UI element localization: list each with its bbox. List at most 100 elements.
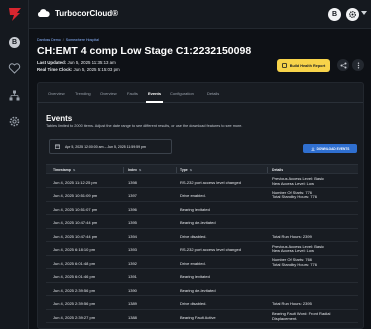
- cell-index: 1398: [128, 179, 137, 185]
- gear-icon: [349, 11, 356, 18]
- table-row[interactable]: Jun 4, 2025 10:47:44 pm 1394 Drive disable…: [46, 229, 358, 242]
- last-updated-label: Last Updated:: [37, 60, 67, 65]
- cell-timestamp: Jun 4, 2025 10:47:44 pm: [53, 233, 98, 239]
- cell-type: RS-232 port access level changed: [180, 179, 241, 185]
- more-options-button[interactable]: [352, 59, 364, 71]
- cell-details: Total Run Hours: 2395: [272, 301, 312, 306]
- table-row[interactable]: Jun 4, 2025 11:12:25 pm 1398 RS-232 port a…: [46, 175, 358, 188]
- table-row[interactable]: Jun 4, 2025 2:39:27 pm 1388 Bearing Fault …: [46, 310, 358, 323]
- tab-overview[interactable]: Overview: [48, 91, 65, 96]
- download-events-button[interactable]: DOWNLOAD EVENTS: [303, 144, 357, 153]
- cell-type: Bearing de-levitated: [180, 287, 216, 293]
- cell-timestamp: Jun 4, 2025 10:47:44 pm: [53, 220, 98, 225]
- table-row[interactable]: Jun 4, 2025 6:01:46 pm 1391 Bearing levita…: [46, 270, 358, 283]
- rtc-value: Jun 5, 2025 5:15:03 pm: [73, 67, 120, 72]
- events-panel: Overview Trending Overview Faults Events…: [37, 82, 364, 329]
- cell-type: Drive enabled.: [180, 260, 206, 266]
- date-range-value: Apr 5, 2025 12:00:00 am – Jun 5, 2025 11…: [65, 144, 146, 149]
- column-divider: [176, 167, 177, 173]
- account-button[interactable]: B: [328, 8, 341, 21]
- last-updated: Last Updated: Jun 5, 2025 11:35:13 am: [37, 60, 116, 65]
- real-time-clock: Real Time Clock: Jun 5, 2025 5:15:03 pm: [37, 67, 120, 72]
- download-icon: [311, 146, 315, 151]
- table-row[interactable]: Jun 4, 2025 6:18:10 pm 1393 RS-232 port ac…: [46, 243, 358, 256]
- details-line: New Access Level: Low: [272, 180, 315, 186]
- build-health-report-button[interactable]: Build Health Report: [277, 59, 330, 72]
- cell-index: 1396: [128, 206, 137, 212]
- cell-timestamp: Jun 4, 2025 2:39:56 pm: [53, 287, 96, 293]
- sort-icon: ⇅: [138, 168, 142, 172]
- chevron-down-icon[interactable]: [361, 11, 367, 15]
- app-name: TurbocorCloud®: [55, 8, 119, 18]
- cell-index: 1394: [128, 233, 137, 239]
- details-line: Total Standby Hours: 776: [272, 261, 317, 267]
- table-row[interactable]: Jun 4, 2025 10:47:44 pm 1395 Bearing de-le…: [46, 216, 358, 229]
- heart-icon[interactable]: [8, 62, 21, 75]
- page-title: CH:EMT 4 comp Low Stage C1:2232150098: [37, 45, 252, 57]
- cloud-icon: [37, 9, 50, 17]
- cell-details: Total Run Hours: 2399: [272, 234, 312, 239]
- details-line: Total Standby Hours: 776: [272, 194, 317, 200]
- tab-trending[interactable]: Trending: [75, 91, 91, 96]
- date-range-picker[interactable]: Apr 5, 2025 12:00:00 am – Jun 5, 2025 11…: [49, 139, 172, 154]
- cell-timestamp: Jun 4, 2025 11:12:25 pm: [53, 179, 97, 185]
- tab-faults[interactable]: Faults: [127, 91, 138, 96]
- tab-overview-2[interactable]: Overview: [100, 91, 117, 96]
- cell-index: 1391: [128, 274, 137, 279]
- cell-type: Drive disabled.: [180, 233, 207, 239]
- details-line: New Access Level: Low: [272, 248, 315, 254]
- col-details[interactable]: Details: [272, 168, 283, 172]
- settings-menu-button[interactable]: [346, 8, 359, 21]
- share-icon: [340, 62, 346, 68]
- col-type-label: Type: [180, 168, 188, 172]
- settings-icon[interactable]: [8, 115, 21, 128]
- cell-type: RS-232 port access level changed: [180, 247, 241, 252]
- sort-icon: ⇅: [72, 168, 76, 172]
- report-icon: [281, 63, 287, 68]
- build-health-report-label: Build Health Report: [289, 63, 326, 68]
- col-index[interactable]: Index ⇅: [128, 168, 141, 172]
- breadcrumb-item[interactable]: Somewhere Hospital: [66, 38, 99, 42]
- column-divider: [267, 167, 268, 173]
- active-tab-indicator: [146, 101, 163, 103]
- cell-details: Previous Access Level: Basic New Access L…: [272, 244, 324, 254]
- cell-details: Number Of Starts: 766 Total Standby Hours…: [272, 258, 317, 267]
- table-row[interactable]: Jun 4, 2025 10:51:07 pm 1396 Bearing levit…: [46, 202, 358, 215]
- cell-timestamp: Jun 4, 2025 2:39:56 pm: [53, 301, 96, 306]
- cell-type: Bearing de-levitated: [180, 220, 216, 225]
- cell-index: 1388: [128, 314, 137, 320]
- tab-details[interactable]: Details: [207, 91, 219, 96]
- brand[interactable]: TurbocorCloud®: [37, 8, 118, 18]
- cell-type: Bearing Fault Active: [180, 314, 216, 320]
- cell-index: 1390: [128, 287, 137, 293]
- col-type[interactable]: Type ⇅: [180, 168, 192, 172]
- details-line: Total Run Hours: 2399: [272, 233, 312, 239]
- cell-timestamp: Jun 4, 2025 10:51:07 pm: [53, 206, 98, 212]
- org-chart-icon[interactable]: [8, 89, 21, 102]
- col-timestamp[interactable]: Timestamp ⇅: [53, 168, 75, 172]
- cell-type: Drive disabled.: [180, 301, 207, 306]
- breadcrumb-item[interactable]: Danfoss Demo: [37, 38, 61, 42]
- table-row[interactable]: Jun 4, 2025 2:39:56 pm 1389 Drive disabled…: [46, 297, 358, 310]
- table-row[interactable]: Jun 4, 2025 2:39:27 pm1387RS-232 port ac…: [46, 324, 358, 329]
- tab-events[interactable]: Events: [148, 91, 161, 96]
- table-row[interactable]: Jun 4, 2025 2:39:56 pm 1390 Bearing de-lev…: [46, 283, 358, 296]
- col-index-label: Index: [128, 168, 137, 172]
- breadcrumb: Danfoss Demo / Somewhere Hospital: [37, 38, 99, 42]
- cell-timestamp: Jun 4, 2025 2:39:27 pm: [53, 314, 96, 320]
- cell-details: Number Of Starts: 776 Total Standby Hours…: [272, 190, 317, 200]
- calendar-icon: [55, 144, 60, 149]
- rtc-label: Real Time Clock:: [37, 67, 73, 72]
- table-row[interactable]: Jun 4, 2025 6:01:48 pm 1392 Drive enabled.…: [46, 256, 358, 269]
- share-button[interactable]: [337, 59, 349, 71]
- details-line: Total Run Hours: 2395: [272, 301, 312, 306]
- cell-type: Bearing levitated: [180, 274, 210, 279]
- rail-avatar[interactable]: B: [9, 37, 20, 48]
- cell-timestamp: Jun 4, 2025 6:01:46 pm: [53, 274, 96, 279]
- tab-configuration[interactable]: Configuration: [170, 91, 194, 96]
- table-row[interactable]: Jun 4, 2025 10:51:09 pm 1397 Drive enabled…: [46, 189, 358, 202]
- details-line: Displacement.: [272, 315, 298, 321]
- turbocor-logo-icon[interactable]: [7, 6, 23, 22]
- col-details-label: Details: [272, 168, 284, 172]
- top-bar: TurbocorCloud® B: [29, 0, 371, 29]
